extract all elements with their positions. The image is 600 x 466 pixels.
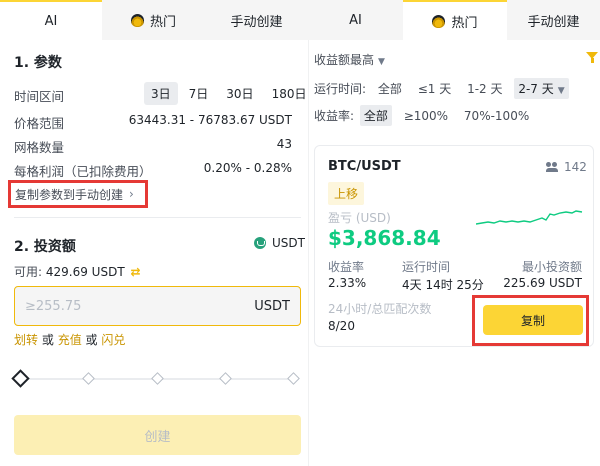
or-text: 或 — [41, 333, 54, 347]
currency-label: USDT — [272, 236, 305, 250]
tab-manual-label: 手动创建 — [527, 14, 580, 30]
params-title: 1. 参数 — [14, 55, 62, 71]
tab-ai[interactable]: AI — [0, 0, 102, 40]
tab-ai-label: AI — [44, 13, 58, 29]
filter-icon[interactable] — [586, 52, 598, 63]
tab-manual-label: 手动创建 — [230, 14, 283, 30]
min-investment-value: 225.69 USDT — [503, 276, 582, 290]
tab-manual[interactable]: 手动创建 — [205, 0, 308, 40]
sort-dropdown[interactable]: 收益额最高 ▼ — [314, 51, 385, 68]
swap-icon[interactable]: ⇄ — [130, 265, 140, 279]
investment-title: 2. 投资额 — [14, 239, 76, 255]
input-unit: USDT — [254, 298, 290, 314]
runtime-filter: 运行时间: 全部 ≤1 天 1-2 天 2-7 天 ▼ — [314, 78, 573, 99]
tether-icon — [254, 237, 266, 249]
pnl-label: 盈亏 (USD) — [328, 211, 391, 225]
available-label: 可用: — [14, 265, 43, 279]
available-balance: 可用: 429.69 USDT ⇄ — [14, 263, 141, 280]
user-count: 142 — [546, 160, 587, 174]
slider-handle[interactable] — [11, 369, 30, 388]
flame-icon — [130, 13, 144, 27]
slider-step-50[interactable] — [151, 372, 164, 385]
period-7d[interactable]: 7日 — [182, 82, 216, 105]
runtime-option-2-7[interactable]: 2-7 天 ▼ — [514, 78, 569, 99]
left-tab-bar: AI 热门 手动创建 — [0, 0, 308, 40]
price-range-label: 价格范围 — [14, 116, 65, 131]
flame-icon — [432, 14, 446, 28]
users-icon — [546, 162, 560, 172]
tab-manual[interactable]: 手动创建 — [507, 0, 600, 40]
slider-step-100[interactable] — [287, 372, 300, 385]
sort-label: 收益额最高 — [314, 53, 375, 67]
period-30d[interactable]: 30日 — [219, 82, 260, 105]
grid-count-value: 43 — [276, 137, 292, 151]
deposit-link[interactable]: 充值 — [58, 333, 82, 347]
flash-convert-link[interactable]: 闪兑 — [101, 333, 125, 347]
yield-filter-label: 收益率: — [314, 109, 355, 123]
min-investment-label: 最小投资额 — [521, 260, 582, 274]
runtime-value: 4天 14时 25分 — [402, 278, 484, 292]
grid-count-label: 网格数量 — [14, 140, 65, 155]
period-selector: 3日 7日 30日 180日 — [144, 82, 313, 105]
caret-down-icon: ▼ — [378, 57, 385, 67]
profit-per-grid-label: 每格利润（已扣除费用） — [14, 164, 152, 179]
transfer-link[interactable]: 划转 — [14, 333, 38, 347]
copy-params-label: 复制参数到手动创建 — [15, 187, 124, 202]
investment-amount-input[interactable] — [25, 298, 255, 314]
or-text: 或 — [85, 333, 98, 347]
runtime-option-2-7-label: 2-7 天 — [518, 82, 554, 96]
tab-ai[interactable]: AI — [308, 0, 403, 40]
chevron-right-icon: › — [129, 187, 134, 201]
direction-badge: 上移 — [328, 182, 365, 205]
trades-value: 8/20 — [328, 319, 355, 333]
runtime-option-le1[interactable]: ≤1 天 — [414, 78, 456, 99]
price-range-value: 63443.31 - 76783.67 USDT — [128, 113, 292, 127]
copy-params-to-manual-link[interactable]: 复制参数到手动创建 › — [8, 180, 148, 208]
fund-links: 划转 或 充值 或 闪兑 — [14, 331, 125, 348]
create-button[interactable]: 创建 — [14, 415, 301, 455]
runtime-option-all[interactable]: 全部 — [374, 78, 406, 99]
copy-strategy-button[interactable]: 复制 — [483, 305, 583, 335]
tab-hot-label: 热门 — [451, 15, 478, 31]
slider-step-25[interactable] — [82, 372, 95, 385]
runtime-filter-label: 运行时间: — [314, 82, 367, 96]
trades-label: 24小时/总匹配次数 — [328, 302, 432, 316]
tab-hot[interactable]: 热门 — [403, 0, 507, 40]
pnl-value: $3,868.84 — [328, 226, 441, 250]
available-value: 429.69 USDT — [45, 265, 125, 279]
period-180d[interactable]: 180日 — [265, 82, 314, 105]
yield-value: 2.33% — [328, 276, 367, 290]
tab-hot[interactable]: 热门 — [102, 0, 205, 40]
yield-option-all[interactable]: 全部 — [359, 105, 392, 126]
right-tab-bar: AI 热门 手动创建 — [308, 0, 600, 40]
yield-label: 收益率 — [328, 260, 365, 274]
user-count-value: 142 — [564, 160, 587, 174]
tab-ai-label: AI — [349, 12, 362, 28]
caret-down-icon: ▼ — [557, 86, 565, 96]
runtime-label: 运行时间 — [402, 260, 451, 274]
yield-option-ge100[interactable]: ≥100% — [400, 107, 452, 125]
period-3d[interactable]: 3日 — [144, 82, 178, 105]
section-divider — [14, 217, 301, 218]
pnl-sparkline — [476, 210, 583, 225]
yield-filter: 收益率: 全部 ≥100% 70%-100% — [314, 105, 537, 126]
yield-option-70-100[interactable]: 70%-100% — [460, 107, 533, 125]
trading-pair: BTC/USDT — [328, 159, 401, 174]
tab-hot-label: 热门 — [149, 14, 176, 30]
time-range-label: 时间区间 — [14, 89, 65, 104]
profit-per-grid-value: 0.20% - 0.28% — [203, 161, 292, 175]
runtime-option-1-2[interactable]: 1-2 天 — [463, 78, 506, 99]
currency-tag: USDT — [254, 236, 305, 250]
investment-input-box: USDT — [14, 286, 301, 326]
slider-step-75[interactable] — [219, 372, 232, 385]
